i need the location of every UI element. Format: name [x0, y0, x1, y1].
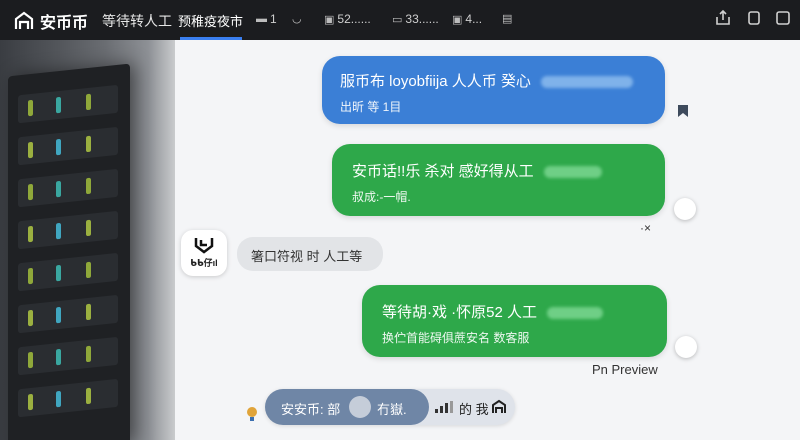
toolbar-item-card[interactable]: ▬ 1	[256, 12, 277, 26]
redacted-text	[547, 307, 604, 320]
copy-icon[interactable]	[745, 9, 763, 27]
message-text: 安币话!!乐 杀对 感好得从工	[352, 163, 534, 180]
preview-label[interactable]: Pn Preview	[592, 362, 658, 377]
message-subtext: 出昕 等 1目	[340, 100, 402, 114]
message-subtext: 叔成:-一帽.	[352, 190, 411, 204]
small-x-label[interactable]: ·×	[640, 221, 651, 235]
message-subtext: 换伫首能碍俱蔗安名 数客服	[382, 331, 530, 345]
voice-icon[interactable]	[349, 396, 371, 418]
signal-icon	[435, 401, 453, 413]
message-bubble-green[interactable]: 等待胡·戏 ·怀原52 人工 换伫首能碍俱蔗安名 数客服	[362, 285, 667, 357]
share-icon[interactable]	[714, 9, 732, 27]
toolbar-item-label: 52......	[337, 12, 371, 26]
redacted-text	[543, 166, 602, 179]
server-rack-photo	[0, 40, 175, 440]
message-bubble-agent[interactable]: 箸口符视 时 人工等	[237, 237, 383, 271]
input-bar[interactable]: 安安币: 部 冇嶽. 的 我	[265, 389, 515, 425]
image-icon: ▣	[324, 13, 335, 26]
message-text: 箸口符视 时 人工等	[251, 249, 363, 264]
status-label: 等待转人工	[102, 13, 172, 29]
input-text: 安安币: 部	[281, 402, 341, 417]
input-middle-text: 冇嶽.	[377, 402, 407, 417]
hint-icon	[247, 407, 257, 421]
chat-panel: 服币布 loyobfiija 人人币 癸心 出昕 等 1目 安币话!!乐 杀对 …	[175, 40, 800, 440]
shield-icon: ◡	[292, 13, 302, 25]
message-toggle-knob[interactable]	[674, 198, 696, 220]
toolbar-item-label: 4...	[465, 12, 483, 26]
tab-active[interactable]: 预稚疫夜市	[178, 11, 243, 30]
redacted-text	[541, 76, 634, 89]
image-icon: ▣	[452, 13, 463, 26]
toolbar-item-label: 33......	[405, 12, 439, 26]
toolbar-item-doc[interactable]: ▤	[502, 12, 512, 25]
top-bar: 安币币 等待转人工 预稚疫夜市 ▬ 1 ◡ ▣ 52...... ▭ 33...…	[0, 0, 800, 40]
app-logo-icon	[14, 11, 34, 29]
message-text: 等待胡·戏 ·怀原52 人工	[382, 304, 538, 321]
toolbar-item-chat[interactable]: ▭ 33......	[392, 12, 439, 26]
agent-logo-small-icon[interactable]	[491, 399, 507, 415]
message-toggle-knob[interactable]	[675, 336, 697, 358]
toolbar-item-shield[interactable]: ◡	[292, 12, 302, 25]
close-icon[interactable]	[774, 9, 792, 27]
input-right-text: 的 我	[459, 402, 489, 417]
chat-icon: ▭	[392, 13, 403, 26]
agent-logo-icon	[194, 238, 214, 254]
app-title: 安币币	[40, 15, 89, 32]
message-bubble-green[interactable]: 安币话!!乐 杀对 感好得从工 叔成:-一帽.	[332, 144, 665, 216]
agent-avatar[interactable]: ᑲᑲ仔ıl	[181, 230, 227, 276]
server-rack	[8, 63, 130, 440]
toolbar-item-images[interactable]: ▣ 52......	[324, 12, 371, 26]
card-icon: ▬	[256, 13, 267, 25]
message-text: 服币布 loyobfiija 人人币 癸心	[340, 73, 531, 90]
message-bubble-blue[interactable]: 服币布 loyobfiija 人人币 癸心 出昕 等 1目	[322, 56, 665, 124]
toolbar-item-label: 1	[270, 12, 277, 26]
toolbar-item-gallery[interactable]: ▣ 4...	[452, 12, 482, 26]
bookmark-icon[interactable]	[677, 104, 689, 118]
avatar-label: ᑲᑲ仔ıl	[190, 258, 218, 268]
doc-icon: ▤	[502, 13, 513, 25]
input-left-segment[interactable]: 安安币: 部 冇嶽.	[265, 389, 429, 425]
